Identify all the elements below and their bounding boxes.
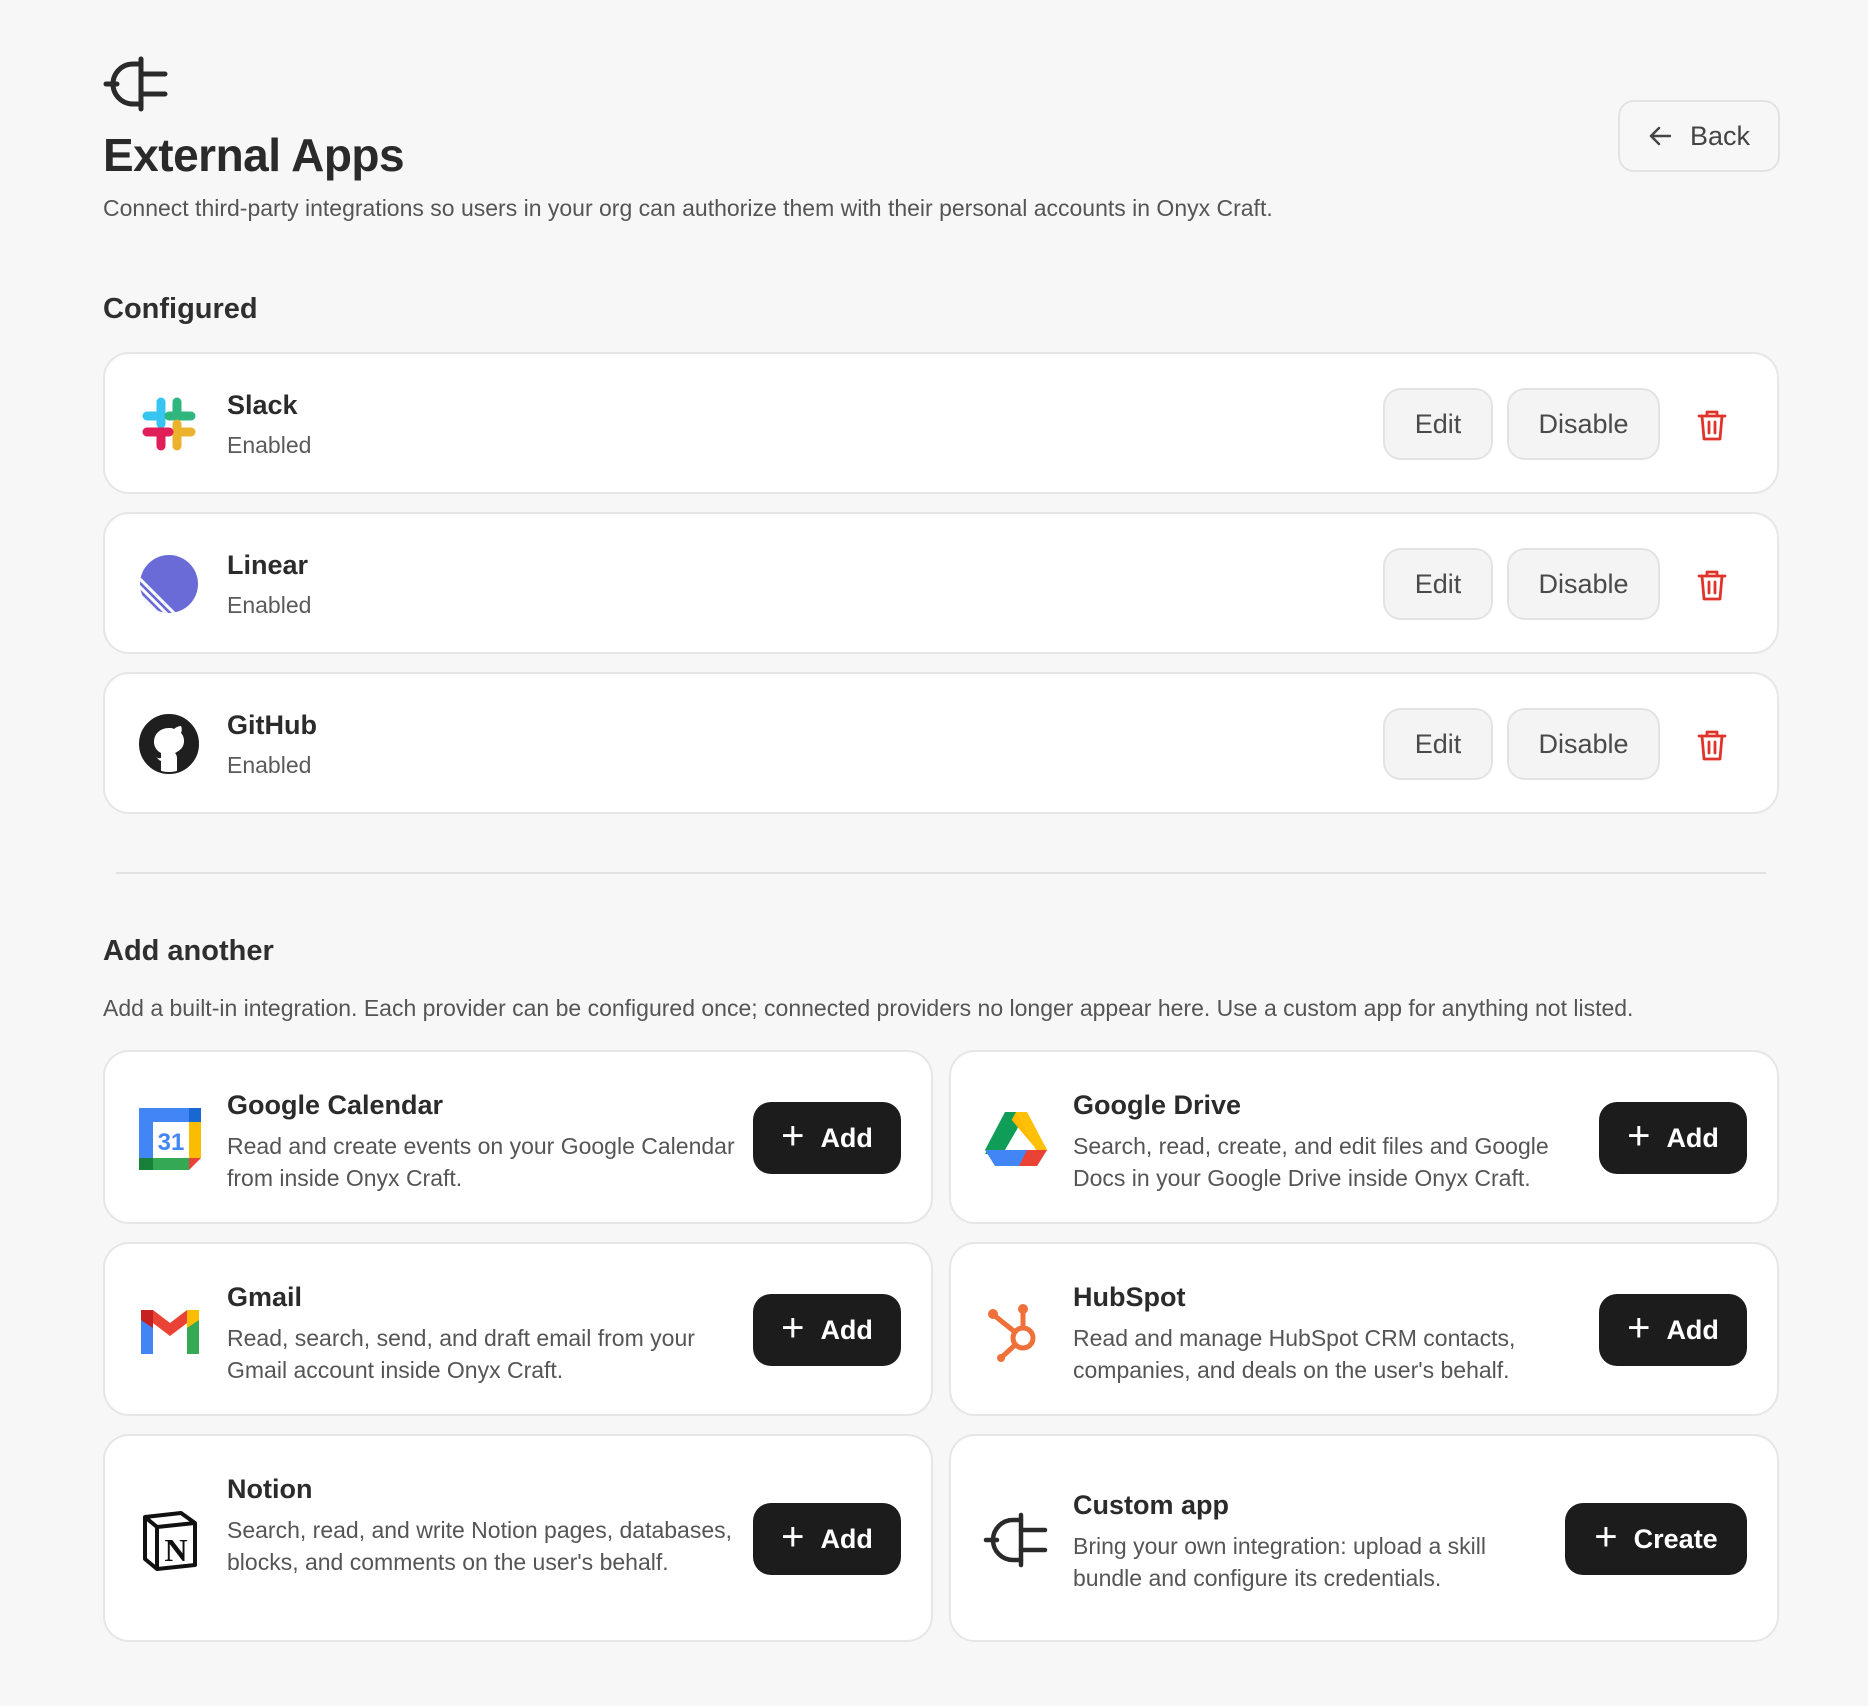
page-subtitle: Connect third-party integrations so user… [103,195,1273,221]
add-button[interactable]: + Add [1599,1294,1747,1366]
app-name: Custom app [1073,1490,1230,1520]
app-name: Google Calendar [227,1090,444,1120]
app-description: Bring your own integration: upload a ski… [1073,1533,1486,1591]
create-button[interactable]: + Create [1565,1503,1747,1575]
slack-icon [142,397,196,451]
arrow-left-icon [1649,126,1672,146]
trash-icon[interactable] [1695,568,1729,602]
add-button[interactable]: + Add [753,1294,901,1366]
github-icon [139,714,199,774]
add-card-custom-app: Custom app Bring your own integration: u… [949,1434,1779,1642]
app-description: Read, search, send, and draft email from… [227,1325,695,1383]
configured-card-linear: Linear Enabled Edit Disable [103,512,1779,654]
svg-text:31: 31 [158,1129,185,1156]
page-title: External Apps [103,129,405,181]
app-name: Slack [227,390,298,420]
add-button-label: Add [820,1314,873,1345]
add-card-google-calendar: 31 Google Calendar Read and create event… [103,1050,933,1224]
app-status: Enabled [227,592,312,618]
disable-button[interactable]: Disable [1507,548,1660,620]
add-button-label: Add [1666,1314,1719,1345]
app-description: Read and create events on your Google Ca… [227,1133,735,1191]
configured-card-slack: Slack Enabled Edit Disable [103,352,1779,494]
app-description: Search, read, create, and edit files and… [1073,1133,1549,1191]
disable-button[interactable]: Disable [1507,708,1660,780]
configured-card-github: GitHub Enabled Edit Disable [103,672,1779,814]
add-button-label: Add [1666,1122,1719,1153]
plug-icon [103,56,168,112]
trash-icon[interactable] [1695,728,1729,762]
app-status: Enabled [227,752,312,778]
add-button[interactable]: + Add [1599,1102,1747,1174]
linear-icon [140,555,198,613]
app-description: Read and manage HubSpot CRM contacts, co… [1073,1325,1516,1383]
add-card-google-drive: Google Drive Search, read, create, and e… [949,1050,1779,1224]
gmail-icon [141,1310,199,1354]
app-name: Notion [227,1474,313,1504]
app-description: Search, read, and write Notion pages, da… [227,1517,733,1575]
google-drive-icon [985,1112,1047,1166]
plug-icon [983,1512,1048,1568]
app-name: Linear [227,550,309,580]
create-button-label: Create [1633,1523,1718,1554]
notion-icon: N [143,1511,197,1571]
add-button[interactable]: + Add [753,1102,901,1174]
app-name: Google Drive [1073,1090,1242,1120]
trash-icon[interactable] [1695,408,1729,442]
edit-button[interactable]: Edit [1383,388,1493,460]
add-card-gmail: Gmail Read, search, send, and draft emai… [103,1242,933,1416]
add-another-section-title: Add another [103,935,274,967]
plus-icon: + [1594,1515,1618,1559]
add-card-notion: N Notion Search, read, and write Notion … [103,1434,933,1642]
disable-button[interactable]: Disable [1507,388,1660,460]
app-status: Enabled [227,432,312,458]
plus-icon: + [781,1114,805,1158]
app-name: GitHub [227,710,317,740]
add-button-label: Add [820,1122,873,1153]
app-name: Gmail [227,1282,303,1312]
edit-button[interactable]: Edit [1383,708,1493,780]
add-card-hubspot: HubSpot Read and manage HubSpot CRM cont… [949,1242,1779,1416]
google-calendar-icon: 31 [139,1108,201,1170]
svg-text:N: N [164,1532,187,1568]
edit-button[interactable]: Edit [1383,548,1493,620]
plus-icon: + [781,1515,805,1559]
plus-icon: + [1627,1114,1651,1158]
add-button[interactable]: + Add [753,1503,901,1575]
back-button[interactable]: Back [1618,100,1780,172]
hubspot-icon [988,1304,1036,1362]
back-button-label: Back [1689,120,1751,151]
add-another-description: Add a built-in integration. Each provide… [103,995,1634,1021]
plus-icon: + [1627,1306,1651,1350]
plus-icon: + [781,1306,805,1350]
app-name: HubSpot [1073,1282,1186,1312]
configured-section-title: Configured [103,293,258,325]
section-divider [116,872,1766,874]
add-button-label: Add [820,1523,873,1554]
